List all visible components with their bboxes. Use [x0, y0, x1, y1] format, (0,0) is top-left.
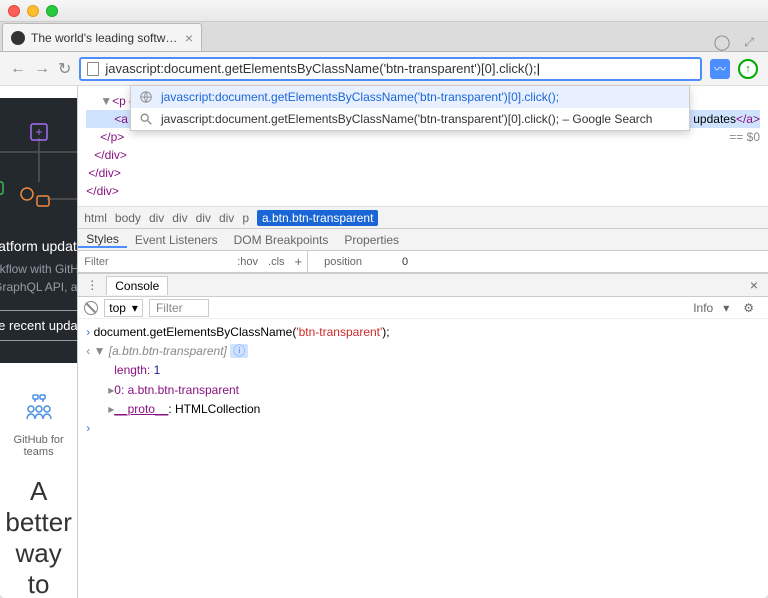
- context-select[interactable]: top▾: [104, 299, 143, 317]
- styles-tabs: Styles Event Listeners DOM Breakpoints P…: [78, 229, 768, 251]
- console-drawer-header: ⋮ Console ×: [78, 273, 768, 297]
- close-drawer-icon[interactable]: ×: [740, 277, 768, 293]
- minimize-window-button[interactable]: [27, 5, 39, 17]
- see-recent-updates-button[interactable]: See recent updates: [0, 310, 77, 341]
- search-icon: [139, 112, 153, 126]
- address-bar[interactable]: javascript:document.getElementsByClassNa…: [79, 57, 702, 81]
- styles-toolbar: :hov .cls + position 0: [78, 251, 768, 273]
- browser-toolbar: ← → ↻ javascript:document.getElementsByC…: [0, 52, 768, 86]
- log-level-select[interactable]: Info ▾: [693, 301, 729, 315]
- teams-label: GitHub for teams: [5, 434, 71, 458]
- browser-tab[interactable]: The world's leading software ×: [2, 23, 202, 51]
- crumb-a[interactable]: a.btn.btn-transparent: [257, 210, 378, 226]
- globe-icon: [139, 90, 153, 104]
- teams-headline: A better way to work: [5, 476, 71, 598]
- console-filter-input[interactable]: Filter: [149, 299, 209, 317]
- cls-toggle[interactable]: .cls: [263, 256, 290, 268]
- new-rule-button[interactable]: +: [290, 254, 308, 269]
- crumb-body[interactable]: body: [115, 211, 141, 225]
- svg-text:+: +: [35, 125, 42, 139]
- console-output[interactable]: › document.getElementsByClassName('btn-t…: [78, 319, 768, 442]
- hov-toggle[interactable]: :hov: [232, 256, 263, 268]
- crumb-p[interactable]: p: [242, 211, 249, 225]
- fullscreen-icon[interactable]: ⤢: [744, 35, 754, 50]
- event-listeners-tab[interactable]: Event Listeners: [127, 233, 226, 247]
- github-favicon: [11, 31, 25, 45]
- crumb-html[interactable]: html: [84, 211, 107, 225]
- user-icon[interactable]: ◯: [714, 33, 731, 51]
- suggestion-text: javascript:document.getElementsByClassNa…: [161, 90, 559, 104]
- back-button[interactable]: ←: [10, 60, 26, 78]
- address-text: javascript:document.getElementsByClassNa…: [105, 61, 694, 76]
- console-tab[interactable]: Console: [106, 276, 168, 295]
- omnibox-suggestions: javascript:document.getElementsByClassNa…: [130, 85, 690, 131]
- devtools-panel: ▼<p class="mb-1"> <a href="/updates" ari…: [77, 86, 768, 598]
- zoom-window-button[interactable]: [46, 5, 58, 17]
- tab-title: The world's leading software: [31, 31, 179, 45]
- page-icon: [87, 62, 99, 76]
- browser-tabstrip: The world's leading software × ◯ ⤢: [0, 22, 768, 52]
- styles-tab[interactable]: Styles: [78, 232, 127, 248]
- position-value: 0: [402, 256, 408, 268]
- console-settings-icon[interactable]: ⚙: [735, 301, 762, 315]
- dom-breakpoints-tab[interactable]: DOM Breakpoints: [226, 233, 337, 247]
- suggestion-row[interactable]: javascript:document.getElementsByClassNa…: [131, 86, 689, 108]
- extension-icon-2[interactable]: ↑: [738, 59, 758, 79]
- webpage-viewport: + ✓ Platform updates Extend your workflo…: [0, 86, 77, 598]
- teams-icon: [5, 393, 71, 428]
- breadcrumb[interactable]: html body div div div div p a.btn.btn-tr…: [78, 207, 768, 229]
- crumb-div[interactable]: div: [196, 211, 211, 225]
- styles-filter-input[interactable]: [78, 256, 232, 268]
- clear-console-icon[interactable]: [84, 301, 98, 315]
- window-titlebar: [0, 0, 768, 22]
- drawer-menu-icon[interactable]: ⋮: [78, 278, 106, 292]
- console-toolbar: top▾ Filter Info ▾ ⚙: [78, 297, 768, 319]
- card-subtitle: Extend your workflow with GitHub Marketp…: [0, 260, 77, 296]
- close-tab-icon[interactable]: ×: [185, 30, 193, 46]
- platform-updates-card: + ✓ Platform updates Extend your workflo…: [0, 98, 77, 363]
- card-title: Platform updates: [0, 238, 77, 254]
- properties-tab[interactable]: Properties: [336, 233, 407, 247]
- suggestion-text: javascript:document.getElementsByClassNa…: [161, 112, 652, 126]
- forward-button[interactable]: →: [34, 60, 50, 78]
- close-window-button[interactable]: [8, 5, 20, 17]
- crumb-div[interactable]: div: [149, 211, 164, 225]
- extension-icon-1[interactable]: 〰: [710, 59, 730, 79]
- position-label: position: [308, 256, 362, 268]
- crumb-div[interactable]: div: [172, 211, 187, 225]
- reload-button[interactable]: ↻: [58, 59, 71, 79]
- suggestion-row[interactable]: javascript:document.getElementsByClassNa…: [131, 108, 689, 130]
- workflow-diagram: + ✓: [0, 116, 77, 226]
- crumb-div[interactable]: div: [219, 211, 234, 225]
